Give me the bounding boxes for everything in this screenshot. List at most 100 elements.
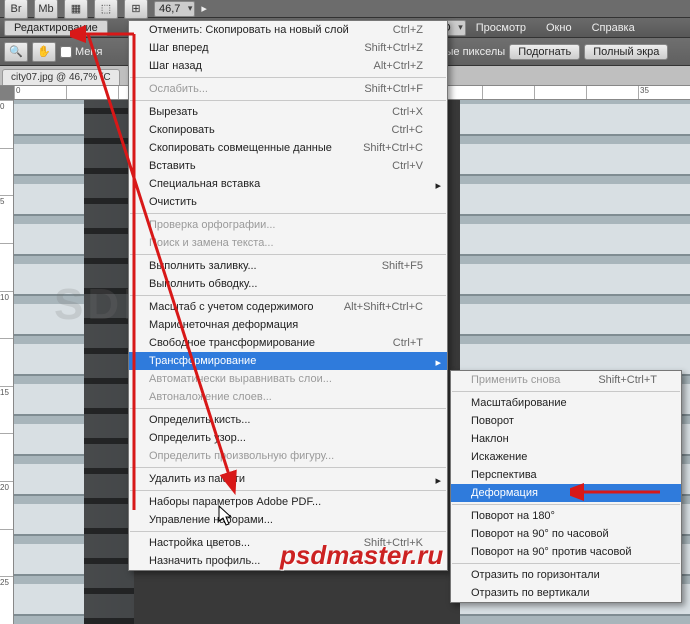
- menu-item[interactable]: ВставитьCtrl+V: [129, 157, 447, 175]
- tool-icon-1[interactable]: ▦: [64, 0, 88, 19]
- menu-item-label: Автоналожение слоев...: [149, 391, 272, 403]
- menu-item-shortcut: Shift+Ctrl+F: [364, 83, 423, 95]
- menu-item[interactable]: Искажение: [451, 448, 681, 466]
- zoom-select[interactable]: 46,7: [154, 1, 195, 17]
- tool-icon-3[interactable]: ⊞: [124, 0, 148, 19]
- magnify-icon[interactable]: 🔍: [4, 42, 28, 62]
- bridge-icon[interactable]: Br: [4, 0, 28, 19]
- edit-menu: Отменить: Скопировать на новый слой Ctrl+…: [128, 20, 448, 571]
- menu-item[interactable]: Шаг назадAlt+Ctrl+Z: [129, 57, 447, 75]
- image-left: [14, 100, 134, 624]
- menu-item-label: Автоматически выравнивать слои...: [149, 373, 332, 385]
- menu-item-label: Назначить профиль...: [149, 555, 260, 567]
- menu-item[interactable]: Удалить из памяти▸: [129, 470, 447, 488]
- menu-item[interactable]: Масштаб с учетом содержимого Alt+Shift+Ct…: [129, 298, 447, 316]
- menu-item-label: Вставить: [149, 160, 196, 172]
- menu-item[interactable]: Поворот на 180°: [451, 507, 681, 525]
- menu-help[interactable]: Справка: [582, 20, 645, 36]
- menu-item-label: Масштаб с учетом содержимого: [149, 301, 314, 313]
- menu-item-label: Марионеточная деформация: [149, 319, 298, 331]
- menu-item-label: Шаг вперед: [149, 42, 209, 54]
- watermark-text: psdmaster.ru: [280, 540, 443, 571]
- menu-item: Поиск и замена текста...: [129, 234, 447, 252]
- menu-item[interactable]: Определить узор...: [129, 429, 447, 447]
- menu-item-label: Поиск и замена текста...: [149, 237, 274, 249]
- menu-item[interactable]: Масштабирование: [451, 394, 681, 412]
- menu-edit[interactable]: Редактирование: [4, 20, 108, 36]
- menu-item[interactable]: Перспектива: [451, 466, 681, 484]
- menu-item[interactable]: Наклон: [451, 430, 681, 448]
- menu-item[interactable]: Деформация: [451, 484, 681, 502]
- menu-item[interactable]: Наборы параметров Adobe PDF...: [129, 493, 447, 511]
- menu-item-label: Специальная вставка: [149, 178, 260, 190]
- menu-item-label: Наклон: [471, 433, 509, 445]
- menu-item[interactable]: Выполнить заливку... Shift+F5: [129, 257, 447, 275]
- menu-item-label: Шаг назад: [149, 60, 202, 72]
- chk-resize-label: Меня: [75, 46, 102, 58]
- cursor-icon: [218, 505, 234, 527]
- menu-item-label: Перспектива: [471, 469, 537, 481]
- menu-item-label: Искажение: [471, 451, 527, 463]
- menu-item-label: Наборы параметров Adobe PDF...: [149, 496, 321, 508]
- menu-item: Ослабить...Shift+Ctrl+F: [129, 80, 447, 98]
- menu-item-label: Отменить: Скопировать на новый слой: [149, 24, 349, 36]
- menu-item[interactable]: Шаг впередShift+Ctrl+Z: [129, 39, 447, 57]
- menu-item[interactable]: Очистить: [129, 193, 447, 211]
- menu-item: Применить сноваShift+Ctrl+T: [451, 371, 681, 389]
- arrow-right-icon: ▸: [201, 2, 207, 15]
- menu-item-label: Поворот на 180°: [471, 510, 555, 522]
- menu-item-label: Определить кисть...: [149, 414, 250, 426]
- menu-item-label: Деформация: [471, 487, 538, 499]
- menu-item-label: Скопировать совмещенные данные: [149, 142, 332, 154]
- menu-item[interactable]: Марионеточная деформация: [129, 316, 447, 334]
- tool-icon-2[interactable]: ⬚: [94, 0, 118, 19]
- minibridge-icon[interactable]: Mb: [34, 0, 58, 19]
- menu-item: Автоматически выравнивать слои...: [129, 370, 447, 388]
- chk-resize[interactable]: Меня: [60, 46, 102, 58]
- menu-item[interactable]: Отменить: Скопировать на новый слойCtrl+…: [129, 21, 447, 39]
- top-icon-bar: Br Mb ▦ ⬚ ⊞ 46,7 ▸: [0, 0, 690, 18]
- submenu-arrow-icon: ▸: [435, 179, 441, 192]
- menu-item-label: Выполнить заливку...: [149, 260, 257, 272]
- menu-item[interactable]: Определить кисть...: [129, 411, 447, 429]
- menu-item[interactable]: Отразить по вертикали: [451, 584, 681, 602]
- menu-item-label: Управление наборами...: [149, 514, 273, 526]
- menu-item-label: Масштабирование: [471, 397, 567, 409]
- menu-item[interactable]: Трансформирование ▸: [129, 352, 447, 370]
- menu-item-shortcut: Ctrl+C: [392, 124, 423, 136]
- ruler-vertical: 0510152025: [0, 100, 14, 624]
- menu-item[interactable]: Отразить по горизонтали: [451, 566, 681, 584]
- fit-button[interactable]: Подогнать: [509, 44, 580, 60]
- menu-item-shortcut: Shift+F5: [382, 260, 423, 272]
- menu-item[interactable]: ВырезатьCtrl+X: [129, 103, 447, 121]
- menu-item[interactable]: Поворот: [451, 412, 681, 430]
- menu-item-label: Поворот: [471, 415, 514, 427]
- menu-item-label: Настройка цветов...: [149, 537, 250, 549]
- menu-item[interactable]: Скопировать Ctrl+C: [129, 121, 447, 139]
- menu-item[interactable]: Свободное трансформированиеCtrl+T: [129, 334, 447, 352]
- menu-item[interactable]: Управление наборами...: [129, 511, 447, 529]
- transform-submenu: Применить сноваShift+Ctrl+T Масштабирован…: [450, 370, 682, 603]
- menu-item-label: Поворот на 90° против часовой: [471, 546, 632, 558]
- menu-item-label: Скопировать: [149, 124, 215, 136]
- menu-item[interactable]: Специальная вставка ▸: [129, 175, 447, 193]
- submenu-arrow-icon: ▸: [435, 356, 441, 369]
- menu-item-label: Поворот на 90° по часовой: [471, 528, 609, 540]
- menu-item-shortcut: Ctrl+X: [392, 106, 423, 118]
- menu-item-label: Проверка орфографии...: [149, 219, 275, 231]
- menu-item-label: Выполнить обводку...: [149, 278, 257, 290]
- menu-item-label: Трансформирование: [149, 355, 256, 367]
- menu-item[interactable]: Поворот на 90° против часовой: [451, 543, 681, 561]
- menu-item[interactable]: Скопировать совмещенные данные Shift+Ctrl…: [129, 139, 447, 157]
- menu-item-label: Определить произвольную фигуру...: [149, 450, 334, 462]
- menu-item-shortcut: Alt+Shift+Ctrl+C: [344, 301, 423, 313]
- menu-window[interactable]: Окно: [536, 20, 582, 36]
- document-tab[interactable]: city07.jpg @ 46,7% (С: [2, 69, 120, 85]
- menu-item-shortcut: Shift+Ctrl+C: [363, 142, 423, 154]
- fullscreen-button[interactable]: Полный экра: [584, 44, 668, 60]
- menu-item[interactable]: Поворот на 90° по часовой: [451, 525, 681, 543]
- menu-item-shortcut: Shift+Ctrl+T: [598, 374, 657, 386]
- hand-icon[interactable]: ✋: [32, 42, 56, 62]
- menu-item[interactable]: Выполнить обводку...: [129, 275, 447, 293]
- menu-view[interactable]: Просмотр: [466, 20, 536, 36]
